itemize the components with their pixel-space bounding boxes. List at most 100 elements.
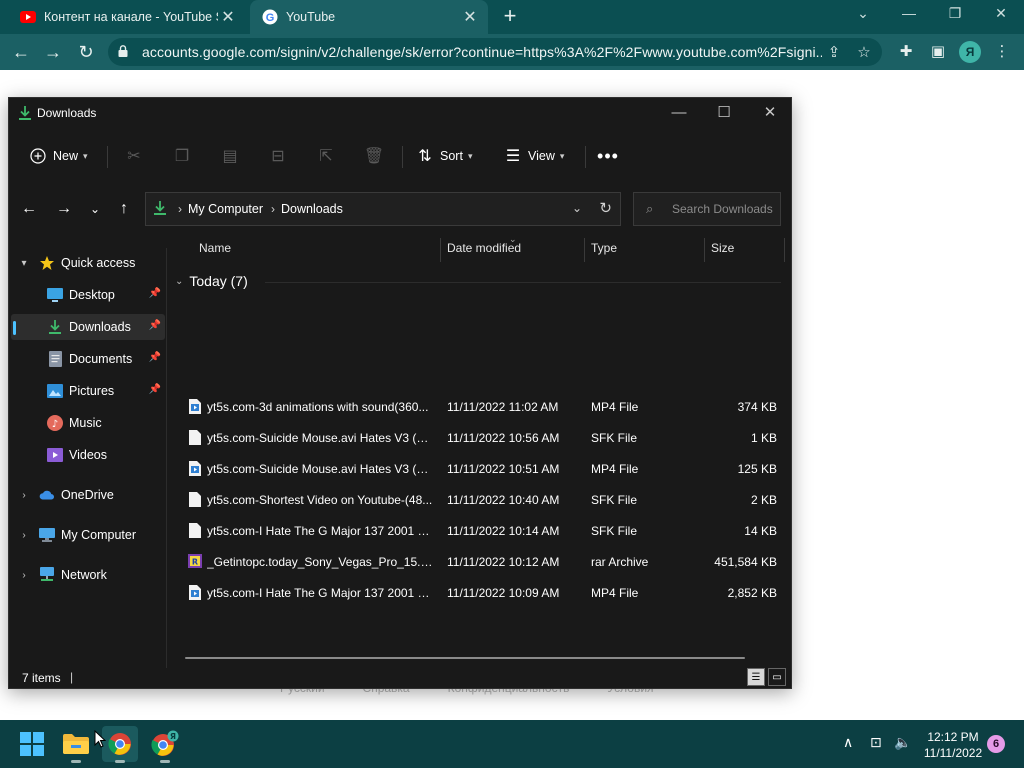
up-button[interactable]: ↑: [112, 196, 136, 222]
nav-music[interactable]: ♪ Music: [11, 410, 165, 436]
view-button[interactable]: ☰ View ▾: [504, 144, 565, 168]
speaker-icon[interactable]: 🔈: [894, 734, 911, 751]
show-hidden-icons-icon[interactable]: ∧: [843, 734, 853, 751]
folder-icon: [63, 734, 89, 754]
address-bar[interactable]: accounts.google.com/signin/v2/challenge/…: [108, 38, 882, 66]
delete-button[interactable]: 🗑: [364, 144, 389, 168]
explorer-back-button[interactable]: ←: [17, 196, 41, 222]
breadcrumb-downloads[interactable]: Downloads: [281, 202, 343, 216]
explorer-close-button[interactable]: ✕: [758, 102, 782, 124]
group-header-today[interactable]: ⌄ Today (7): [175, 270, 248, 292]
side-panel-icon[interactable]: ▣: [927, 41, 949, 63]
column-divider[interactable]: [584, 238, 585, 262]
search-downloads-input[interactable]: ⌕ Search Downloads: [633, 192, 781, 226]
url-text[interactable]: accounts.google.com/signin/v2/challenge/…: [142, 44, 822, 60]
copy-button[interactable]: ❐: [173, 144, 197, 168]
divider: [585, 146, 586, 168]
profile-avatar[interactable]: Я: [959, 41, 981, 63]
nav-network[interactable]: › Network: [11, 562, 165, 588]
system-clock[interactable]: 12:12 PM 11/11/2022: [920, 729, 986, 761]
file-explorer-taskbar-button[interactable]: [58, 726, 94, 763]
paste-button[interactable]: ▤: [221, 144, 245, 168]
back-button[interactable]: ←: [8, 40, 34, 64]
file-row[interactable]: yt5s.com-I Hate The G Major 137 2001 ed.…: [169, 516, 791, 546]
pin-icon[interactable]: 📌: [149, 352, 161, 363]
column-divider[interactable]: [704, 238, 705, 262]
tiles-view-button[interactable]: ▭: [768, 668, 786, 686]
chrome-taskbar-button[interactable]: [102, 726, 138, 763]
explorer-maximize-button[interactable]: ☐: [712, 102, 736, 124]
lock-icon[interactable]: [118, 44, 134, 60]
pin-icon[interactable]: 📌: [149, 320, 161, 331]
extensions-puzzle-icon[interactable]: ✚: [895, 41, 917, 63]
file-row[interactable]: yt5s.com-Suicide Mouse.avi Hates V3 (FR.…: [169, 454, 791, 484]
status-bar: 7 items | ☰ ▭: [9, 668, 791, 688]
chevron-right-icon[interactable]: ›: [17, 570, 31, 581]
minimize-window-button[interactable]: —: [897, 5, 921, 27]
cut-button[interactable]: ✂: [125, 144, 149, 168]
chrome-profile-taskbar-button[interactable]: Я: [147, 726, 183, 763]
chevron-right-icon[interactable]: ›: [17, 490, 31, 501]
nav-quick-access[interactable]: ▾ Quick access: [11, 250, 165, 276]
nav-onedrive[interactable]: › OneDrive: [11, 482, 165, 508]
close-tab-icon[interactable]: ✕: [460, 7, 480, 27]
tab-title: Контент на канале - YouTube Studio: [44, 10, 218, 24]
start-button[interactable]: [14, 726, 50, 762]
forward-button[interactable]: →: [40, 40, 66, 64]
recent-locations-button[interactable]: ⌄: [83, 196, 107, 222]
details-view-button[interactable]: ☰: [747, 668, 765, 686]
notification-badge[interactable]: 6: [987, 735, 1005, 753]
tab-search-icon[interactable]: ⌄: [851, 5, 875, 27]
file-row[interactable]: yt5s.com-Shortest Video on Youtube-(48..…: [169, 485, 791, 515]
file-name: yt5s.com-3d animations with sound(360...: [207, 400, 429, 414]
nav-videos[interactable]: Videos: [11, 442, 165, 468]
horizontal-scrollbar[interactable]: [185, 657, 745, 659]
breadcrumb-my-computer[interactable]: My Computer: [188, 202, 263, 216]
explorer-minimize-button[interactable]: —: [667, 102, 691, 124]
explorer-address-bar[interactable]: › My Computer › Downloads ⌄ ↻: [145, 192, 621, 226]
bookmark-star-icon[interactable]: ☆: [852, 43, 876, 61]
file-row[interactable]: yt5s.com-Suicide Mouse.avi Hates V3 (FR.…: [169, 423, 791, 453]
pin-icon[interactable]: 📌: [149, 384, 161, 395]
reload-button[interactable]: ↻: [73, 40, 99, 64]
nav-documents[interactable]: Documents 📌: [11, 346, 165, 372]
chrome-menu-icon[interactable]: ⋮: [991, 41, 1013, 63]
chevron-down-icon[interactable]: ▾: [17, 258, 31, 269]
file-row[interactable]: yt5s.com-3d animations with sound(360...…: [169, 392, 791, 422]
new-button[interactable]: New ▾: [29, 144, 88, 168]
more-options-button[interactable]: •••: [597, 144, 623, 168]
file-row[interactable]: yt5s.com-I Hate The G Major 137 2001 ed.…: [169, 578, 791, 608]
tab-youtube[interactable]: G YouTube ✕: [250, 0, 488, 34]
share-button[interactable]: ⇱: [317, 144, 341, 168]
sort-button[interactable]: ⇅ Sort ▾: [416, 144, 472, 168]
restore-window-button[interactable]: ❐: [943, 5, 967, 27]
pin-icon[interactable]: 📌: [149, 288, 161, 299]
file-row[interactable]: R _Getintopc.today_Sony_Vegas_Pro_15.0.0…: [169, 547, 791, 577]
file-name: yt5s.com-Shortest Video on Youtube-(48..…: [207, 493, 433, 507]
taskbar: Я ∧ ⊡ 🔈 12:12 PM 11/11/2022 6: [0, 720, 1024, 768]
downloads-icon: [47, 319, 63, 335]
new-tab-button[interactable]: +: [499, 5, 521, 28]
share-icon[interactable]: ⇪: [822, 43, 846, 61]
column-header-size[interactable]: Size: [711, 234, 734, 262]
address-dropdown-icon[interactable]: ⌄: [572, 201, 582, 215]
chevron-right-icon[interactable]: ›: [17, 530, 31, 541]
nav-downloads[interactable]: Downloads 📌: [11, 314, 165, 340]
close-tab-icon[interactable]: ✕: [218, 7, 238, 27]
nav-my-computer[interactable]: › My Computer: [11, 522, 165, 548]
column-header-type[interactable]: Type: [591, 234, 617, 262]
refresh-icon[interactable]: ↻: [599, 199, 612, 217]
column-divider[interactable]: [440, 238, 441, 262]
explorer-forward-button[interactable]: →: [52, 196, 76, 222]
nav-pictures[interactable]: Pictures 📌: [11, 378, 165, 404]
column-divider[interactable]: [784, 238, 785, 262]
rename-button[interactable]: ⊟: [269, 144, 293, 168]
display-icon[interactable]: ⊡: [870, 734, 882, 751]
column-header-date-modified[interactable]: Date modified: [447, 234, 521, 262]
file-date: 11/11/2022 10:56 AM: [447, 431, 560, 445]
tab-youtube-studio[interactable]: Контент на канале - YouTube Studio ✕: [8, 0, 246, 34]
nav-desktop[interactable]: Desktop 📌: [11, 282, 165, 308]
downloads-icon: [19, 106, 31, 120]
column-header-name[interactable]: Name: [199, 234, 231, 262]
close-window-button[interactable]: ✕: [989, 5, 1013, 27]
